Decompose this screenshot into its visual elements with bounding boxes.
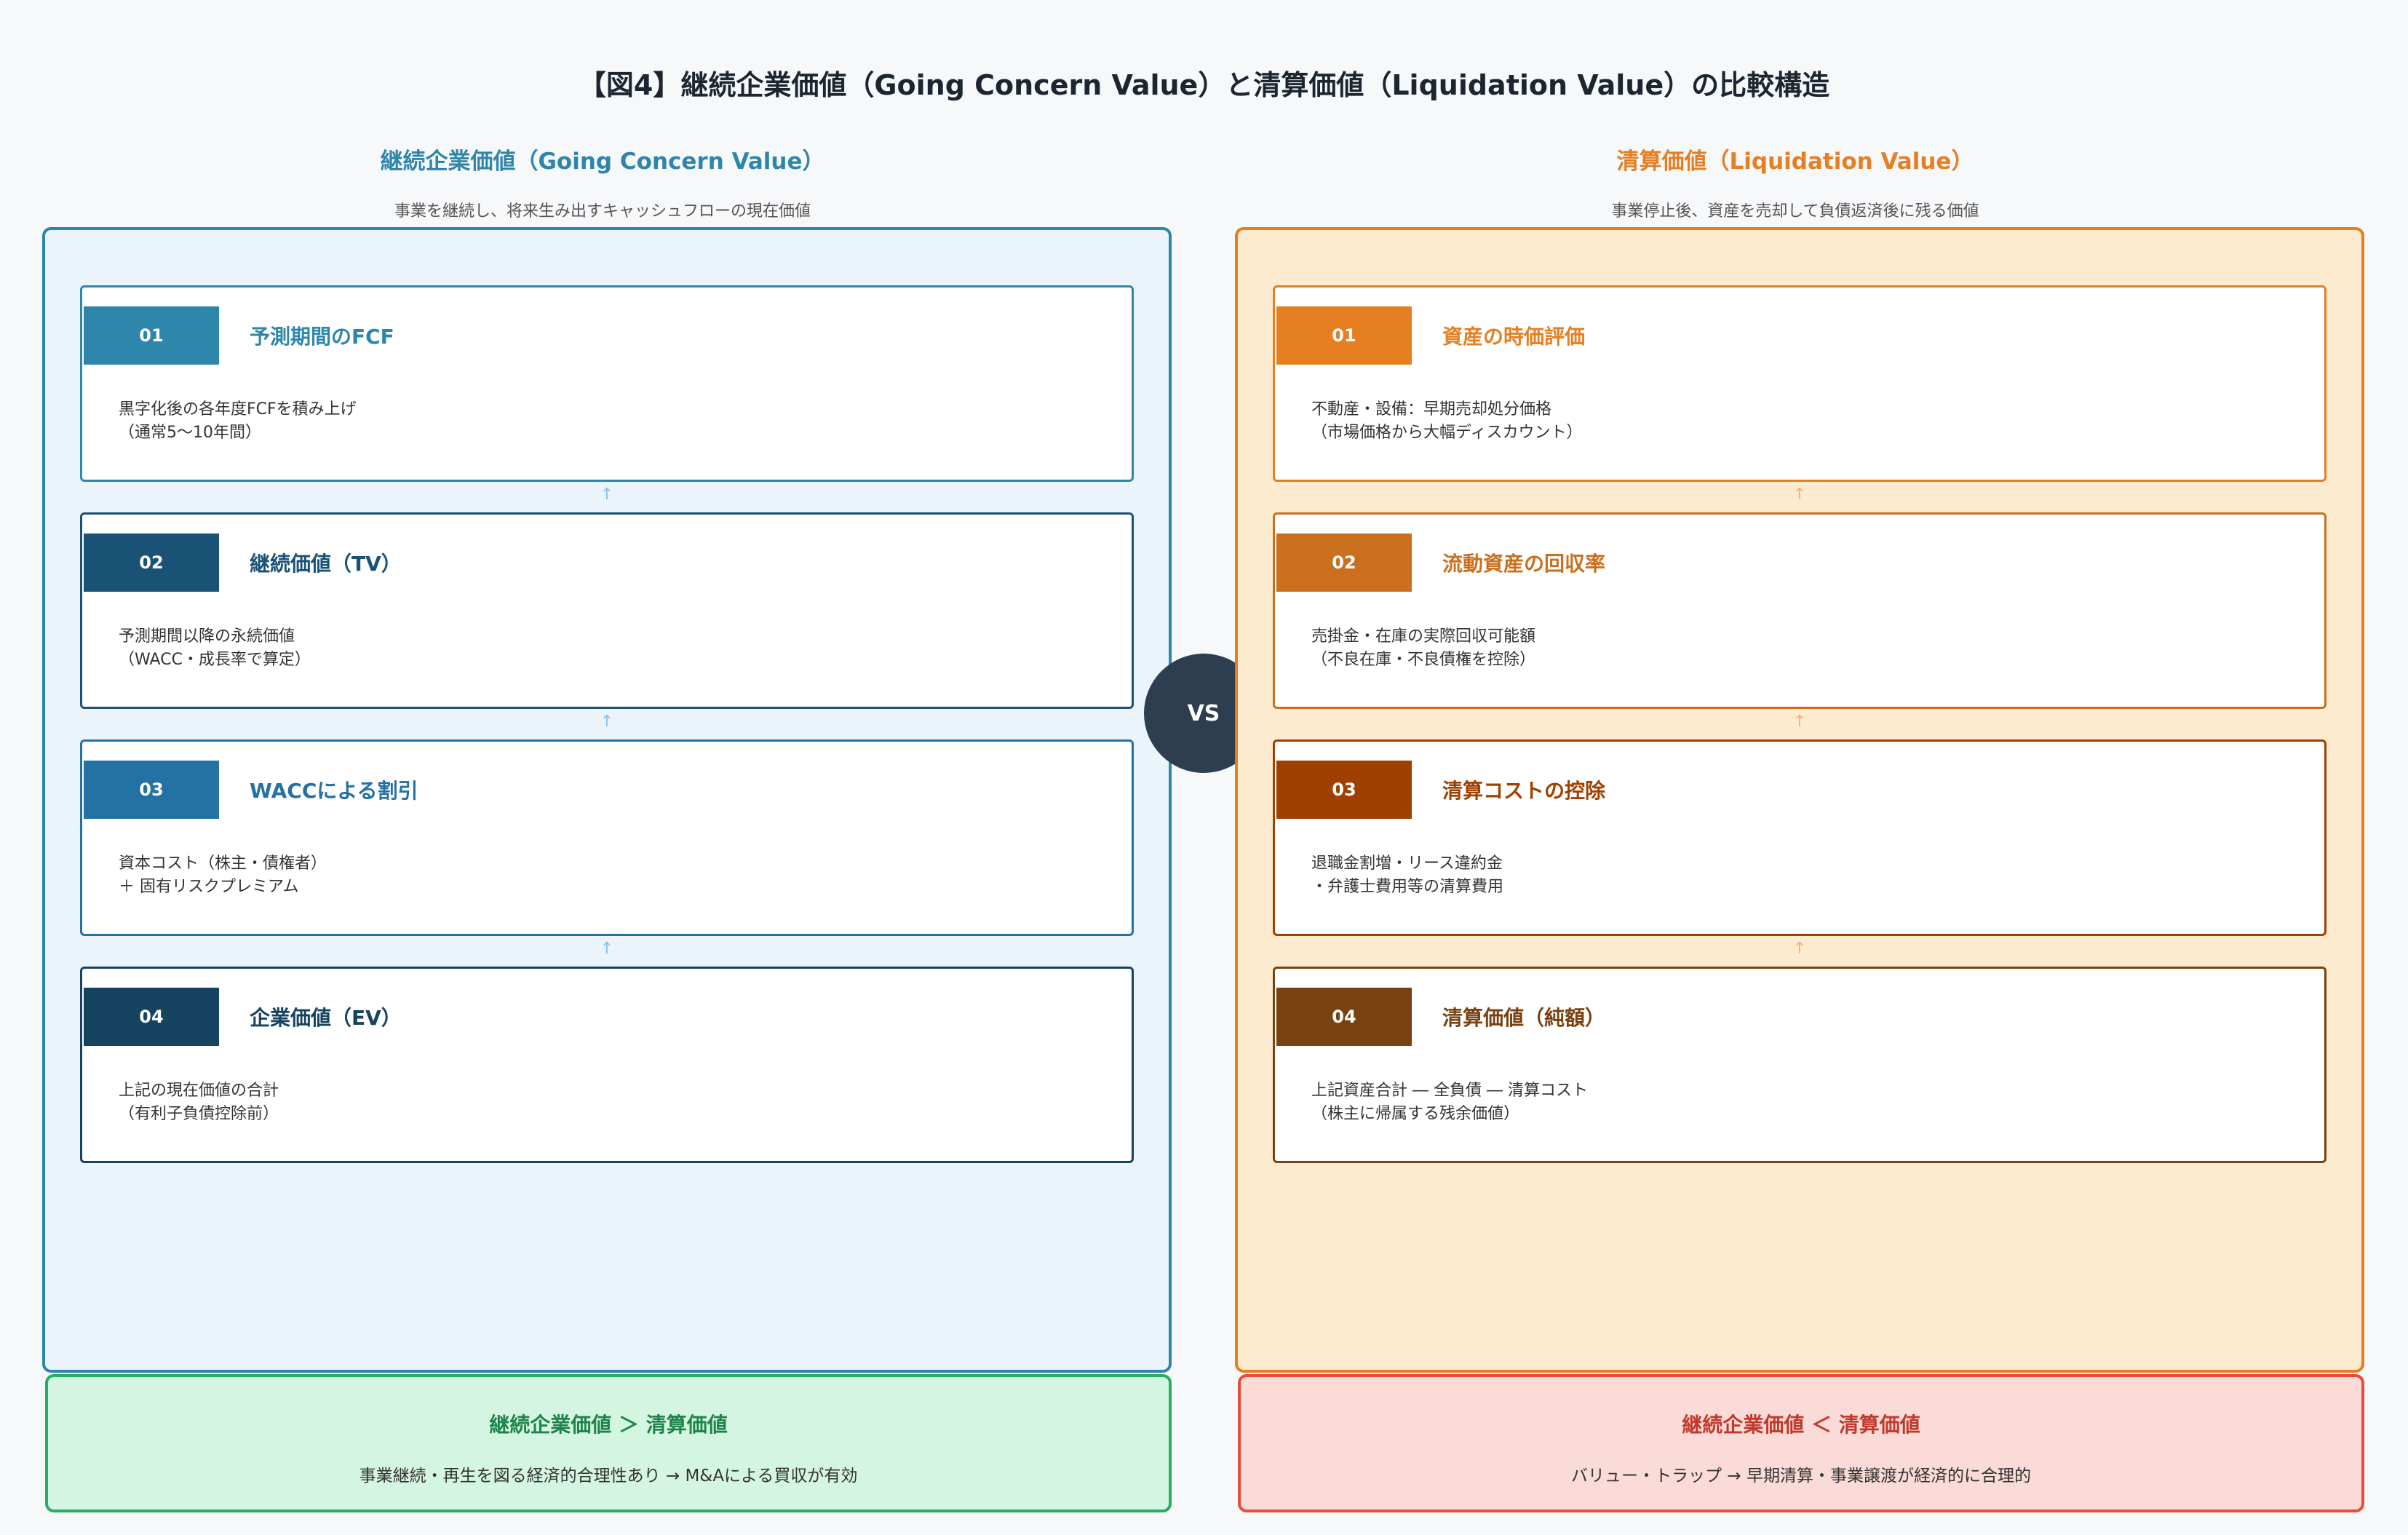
step-description: 上記資産合計 ― 全負債 ― 清算コスト （株主に帰属する残余価値） xyxy=(1311,1082,1588,1123)
step-title: 資産の時価評価 xyxy=(1442,325,1586,349)
step-title: 企業価値（EV） xyxy=(250,1006,402,1030)
verdict-description: 事業継続・再生を図る経済的合理性あり → M&Aによる買収が有効 xyxy=(359,1467,858,1486)
step-number-badge: 02 xyxy=(84,534,219,592)
step-number-badge: 01 xyxy=(1276,306,1412,365)
step-description: 資本コスト（株主・債権者） ＋ 固有リスクプレミアム xyxy=(119,854,327,896)
step-title: 継続価値（TV） xyxy=(250,552,402,576)
going-concern-step-3: 03 WACCによる割引 資本コスト（株主・債権者） ＋ 固有リスクプレミアム xyxy=(80,739,1134,936)
verdict-title: 継続企業価値 ＜ 清算価値 xyxy=(1682,1413,1920,1437)
going-concern-panel: 01 予測期間のFCF 黒字化後の各年度FCFを積み上げ （通常5〜10年間） … xyxy=(42,227,1172,1373)
liquidation-step-2: 02 流動資産の回収率 売掛金・在庫の実際回収可能額 （不良在庫・不良債権を控除… xyxy=(1273,512,2326,709)
step-description: 退職金割増・リース違約金 ・弁護士費用等の清算費用 xyxy=(1311,854,1504,896)
verdict-description: バリュー・トラップ → 早期清算・事業譲渡が経済的に合理的 xyxy=(1571,1467,2031,1486)
up-arrow-icon: ↑ xyxy=(600,713,614,731)
step-title: 予測期間のFCF xyxy=(250,325,394,349)
verdict-title: 継続企業価値 ＞ 清算価値 xyxy=(489,1413,728,1437)
going-concern-verdict-box: 継続企業価値 ＞ 清算価値 事業継続・再生を図る経済的合理性あり → M&Aによ… xyxy=(45,1374,1172,1512)
step-number-badge: 03 xyxy=(1276,761,1412,819)
going-concern-heading: 継続企業価値（Going Concern Value） xyxy=(380,148,825,175)
step-number-badge: 01 xyxy=(84,306,219,365)
liquidation-verdict-box: 継続企業価値 ＜ 清算価値 バリュー・トラップ → 早期清算・事業譲渡が経済的に… xyxy=(1238,1374,2364,1512)
liquidation-panel: 01 資産の時価評価 不動産・設備：早期売却処分価格 （市場価格から大幅ディスカ… xyxy=(1235,227,2364,1373)
up-arrow-icon: ↑ xyxy=(1792,713,1807,731)
step-description: 上記の現在価値の合計 （有利子負債控除前） xyxy=(119,1082,279,1123)
liquidation-step-1: 01 資産の時価評価 不動産・設備：早期売却処分価格 （市場価格から大幅ディスカ… xyxy=(1273,285,2326,482)
up-arrow-icon: ↑ xyxy=(1792,485,1807,504)
liquidation-step-3: 03 清算コストの控除 退職金割増・リース違約金 ・弁護士費用等の清算費用 xyxy=(1273,739,2326,936)
going-concern-step-4: 04 企業価値（EV） 上記の現在価値の合計 （有利子負債控除前） xyxy=(80,967,1134,1163)
up-arrow-icon: ↑ xyxy=(1792,940,1807,958)
step-title: 清算コストの控除 xyxy=(1442,779,1606,803)
step-number-badge: 04 xyxy=(84,988,219,1046)
up-arrow-icon: ↑ xyxy=(600,485,614,504)
step-number-badge: 03 xyxy=(84,761,219,819)
liquidation-subheading: 事業停止後、資産を売却して負債返済後に残る価値 xyxy=(1611,202,1979,221)
going-concern-step-1: 01 予測期間のFCF 黒字化後の各年度FCFを積み上げ （通常5〜10年間） xyxy=(80,285,1134,482)
step-title: 清算価値（純額） xyxy=(1442,1006,1606,1030)
step-number-badge: 02 xyxy=(1276,534,1412,592)
step-description: 売掛金・在庫の実際回収可能額 （不良在庫・不良債権を控除） xyxy=(1311,627,1536,669)
going-concern-subheading: 事業を継続し、将来生み出すキャッシュフローの現在価値 xyxy=(394,202,811,221)
step-title: WACCによる割引 xyxy=(250,779,418,803)
diagram-title: 【図4】継続企業価値（Going Concern Value）と清算価値（Liq… xyxy=(578,69,1830,101)
up-arrow-icon: ↑ xyxy=(600,940,614,958)
step-description: 予測期間以降の永続価値 （WACC・成長率で算定） xyxy=(119,627,311,669)
step-description: 不動産・設備：早期売却処分価格 （市場価格から大幅ディスカウント） xyxy=(1311,400,1583,442)
step-title: 流動資産の回収率 xyxy=(1442,552,1606,576)
step-description: 黒字化後の各年度FCFを積み上げ （通常5〜10年間） xyxy=(119,400,357,442)
liquidation-step-4: 04 清算価値（純額） 上記資産合計 ― 全負債 ― 清算コスト （株主に帰属す… xyxy=(1273,967,2326,1163)
step-number-badge: 04 xyxy=(1276,988,1412,1046)
going-concern-step-2: 02 継続価値（TV） 予測期間以降の永続価値 （WACC・成長率で算定） xyxy=(80,512,1134,709)
liquidation-heading: 清算価値（Liquidation Value） xyxy=(1616,148,1974,175)
